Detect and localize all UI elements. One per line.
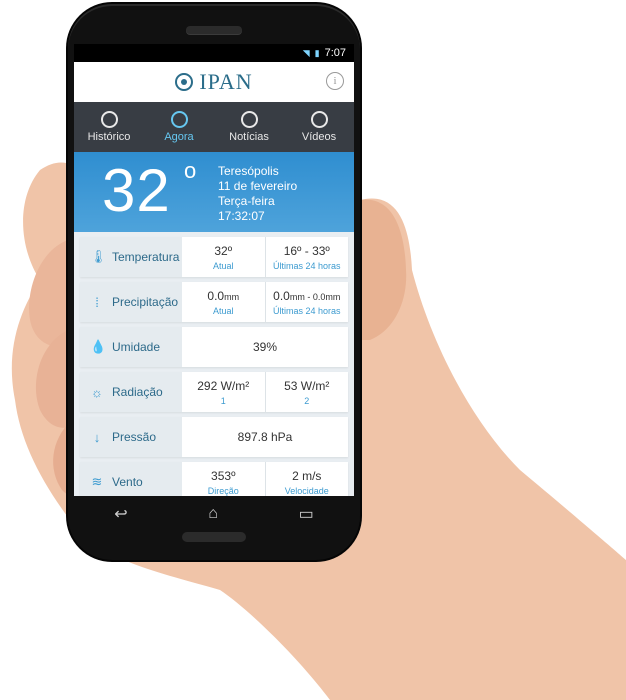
android-nav-bar: ↩ ⌂ ▭ bbox=[74, 496, 354, 532]
current-conditions: 32 o Teresópolis 11 de fevereiro Terça-f… bbox=[74, 152, 354, 232]
city: Teresópolis bbox=[218, 164, 279, 178]
drop-icon: 💧 bbox=[90, 339, 107, 354]
play-icon bbox=[310, 111, 328, 128]
status-time: 7:07 bbox=[324, 47, 346, 59]
status-bar: ◥ ▮ 7:07 bbox=[74, 44, 354, 62]
news-icon bbox=[240, 111, 258, 128]
tab-label: Histórico bbox=[87, 131, 131, 143]
thermometer-icon: 🌡 bbox=[90, 249, 107, 264]
wifi-icon: ◥ bbox=[302, 47, 310, 58]
value-cell: 32º Atual bbox=[212, 243, 234, 271]
value-cell: 353º Direção bbox=[207, 468, 239, 496]
weather-rows: 🌡 Temperatura 32º Atual 16º - 33º Últimas 2… bbox=[74, 232, 354, 496]
location-info: Teresópolis 11 de fevereiro Terça-feira … bbox=[218, 164, 297, 224]
row-radiacao: ☼ Radiação 292 W/m² 1 53 W/m² 2 bbox=[80, 372, 348, 412]
row-label: ≋ Vento bbox=[80, 462, 182, 496]
tab-label: Vídeos bbox=[301, 131, 337, 143]
row-vento: ≋ Vento 353º Direção 2 m/s Velocidade bbox=[80, 462, 348, 496]
tab-videos[interactable]: Vídeos bbox=[284, 102, 354, 152]
value-cell: 39% bbox=[252, 340, 278, 354]
weekday: Terça-feira bbox=[218, 194, 275, 208]
earpiece bbox=[186, 26, 242, 34]
value-cell: 0.0mm Atual bbox=[207, 288, 240, 316]
wind-icon: ≋ bbox=[91, 474, 103, 489]
time: 17:32:07 bbox=[218, 209, 265, 223]
row-label: ⁞ Precipitação bbox=[80, 282, 182, 322]
row-label: ☼ Radiação bbox=[80, 372, 182, 412]
sun-icon: ☼ bbox=[91, 384, 103, 400]
screen: ◥ ▮ 7:07 IPAN i Histórico Agora Notícias bbox=[74, 44, 354, 496]
tab-noticias[interactable]: Notícias bbox=[214, 102, 284, 152]
row-values: 353º Direção 2 m/s Velocidade bbox=[182, 462, 348, 496]
app-logo: IPAN bbox=[175, 69, 252, 95]
bottom-speaker bbox=[182, 532, 246, 542]
home-icon[interactable]: ⌂ bbox=[208, 505, 218, 523]
value-cell: 0.0mm - 0.0mm Últimas 24 horas bbox=[264, 282, 349, 322]
tab-historico[interactable]: Histórico bbox=[74, 102, 144, 152]
tab-agora[interactable]: Agora bbox=[144, 102, 214, 152]
row-precipitacao: ⁞ Precipitação 0.0mm Atual 0.0mm - 0.0mm Úl… bbox=[80, 282, 348, 322]
row-values: 292 W/m² 1 53 W/m² 2 bbox=[182, 372, 348, 412]
recents-icon[interactable]: ▭ bbox=[299, 504, 314, 524]
value-cell: 897.8 hPa bbox=[237, 430, 293, 444]
rain-icon: ⁞ bbox=[95, 294, 99, 310]
phone-frame: ◥ ▮ 7:07 IPAN i Histórico Agora Notícias bbox=[68, 4, 360, 560]
arrow-down-icon: ↓ bbox=[93, 429, 101, 445]
degree-symbol: o bbox=[184, 158, 197, 183]
value-cell: 53 W/m² 2 bbox=[264, 372, 349, 412]
ipan-logo-icon bbox=[175, 73, 194, 91]
value-cell: 2 m/s Velocidade bbox=[264, 462, 349, 496]
current-temperature: 32 bbox=[102, 157, 171, 224]
row-values: 0.0mm Atual 0.0mm - 0.0mm Últimas 24 horas bbox=[182, 282, 348, 322]
info-icon[interactable]: i bbox=[326, 72, 344, 90]
tab-label: Agora bbox=[164, 131, 194, 143]
clock-icon bbox=[170, 111, 188, 128]
row-pressao: ↓ Pressão 897.8 hPa bbox=[80, 417, 348, 457]
tab-label: Notícias bbox=[229, 131, 269, 143]
row-temperatura: 🌡 Temperatura 32º Atual 16º - 33º Últimas 2… bbox=[80, 237, 348, 277]
tab-bar: Histórico Agora Notícias Vídeos bbox=[74, 102, 354, 152]
value-cell: 292 W/m² 1 bbox=[197, 378, 250, 406]
signal-icon: ▮ bbox=[314, 47, 320, 58]
row-values: 897.8 hPa bbox=[182, 417, 348, 457]
app-header: IPAN i bbox=[74, 62, 354, 102]
back-icon[interactable]: ↩ bbox=[114, 504, 127, 524]
value-cell: 16º - 33º Últimas 24 horas bbox=[264, 237, 349, 277]
row-label: 🌡 Temperatura bbox=[80, 237, 182, 277]
row-values: 39% bbox=[182, 327, 348, 367]
date: 11 de fevereiro bbox=[218, 179, 298, 193]
row-values: 32º Atual 16º - 33º Últimas 24 horas bbox=[182, 237, 348, 277]
history-icon bbox=[100, 111, 118, 128]
row-umidade: 💧 Umidade 39% bbox=[80, 327, 348, 367]
row-label: ↓ Pressão bbox=[80, 417, 182, 457]
row-label: 💧 Umidade bbox=[80, 327, 182, 367]
app-title: IPAN bbox=[199, 69, 253, 94]
